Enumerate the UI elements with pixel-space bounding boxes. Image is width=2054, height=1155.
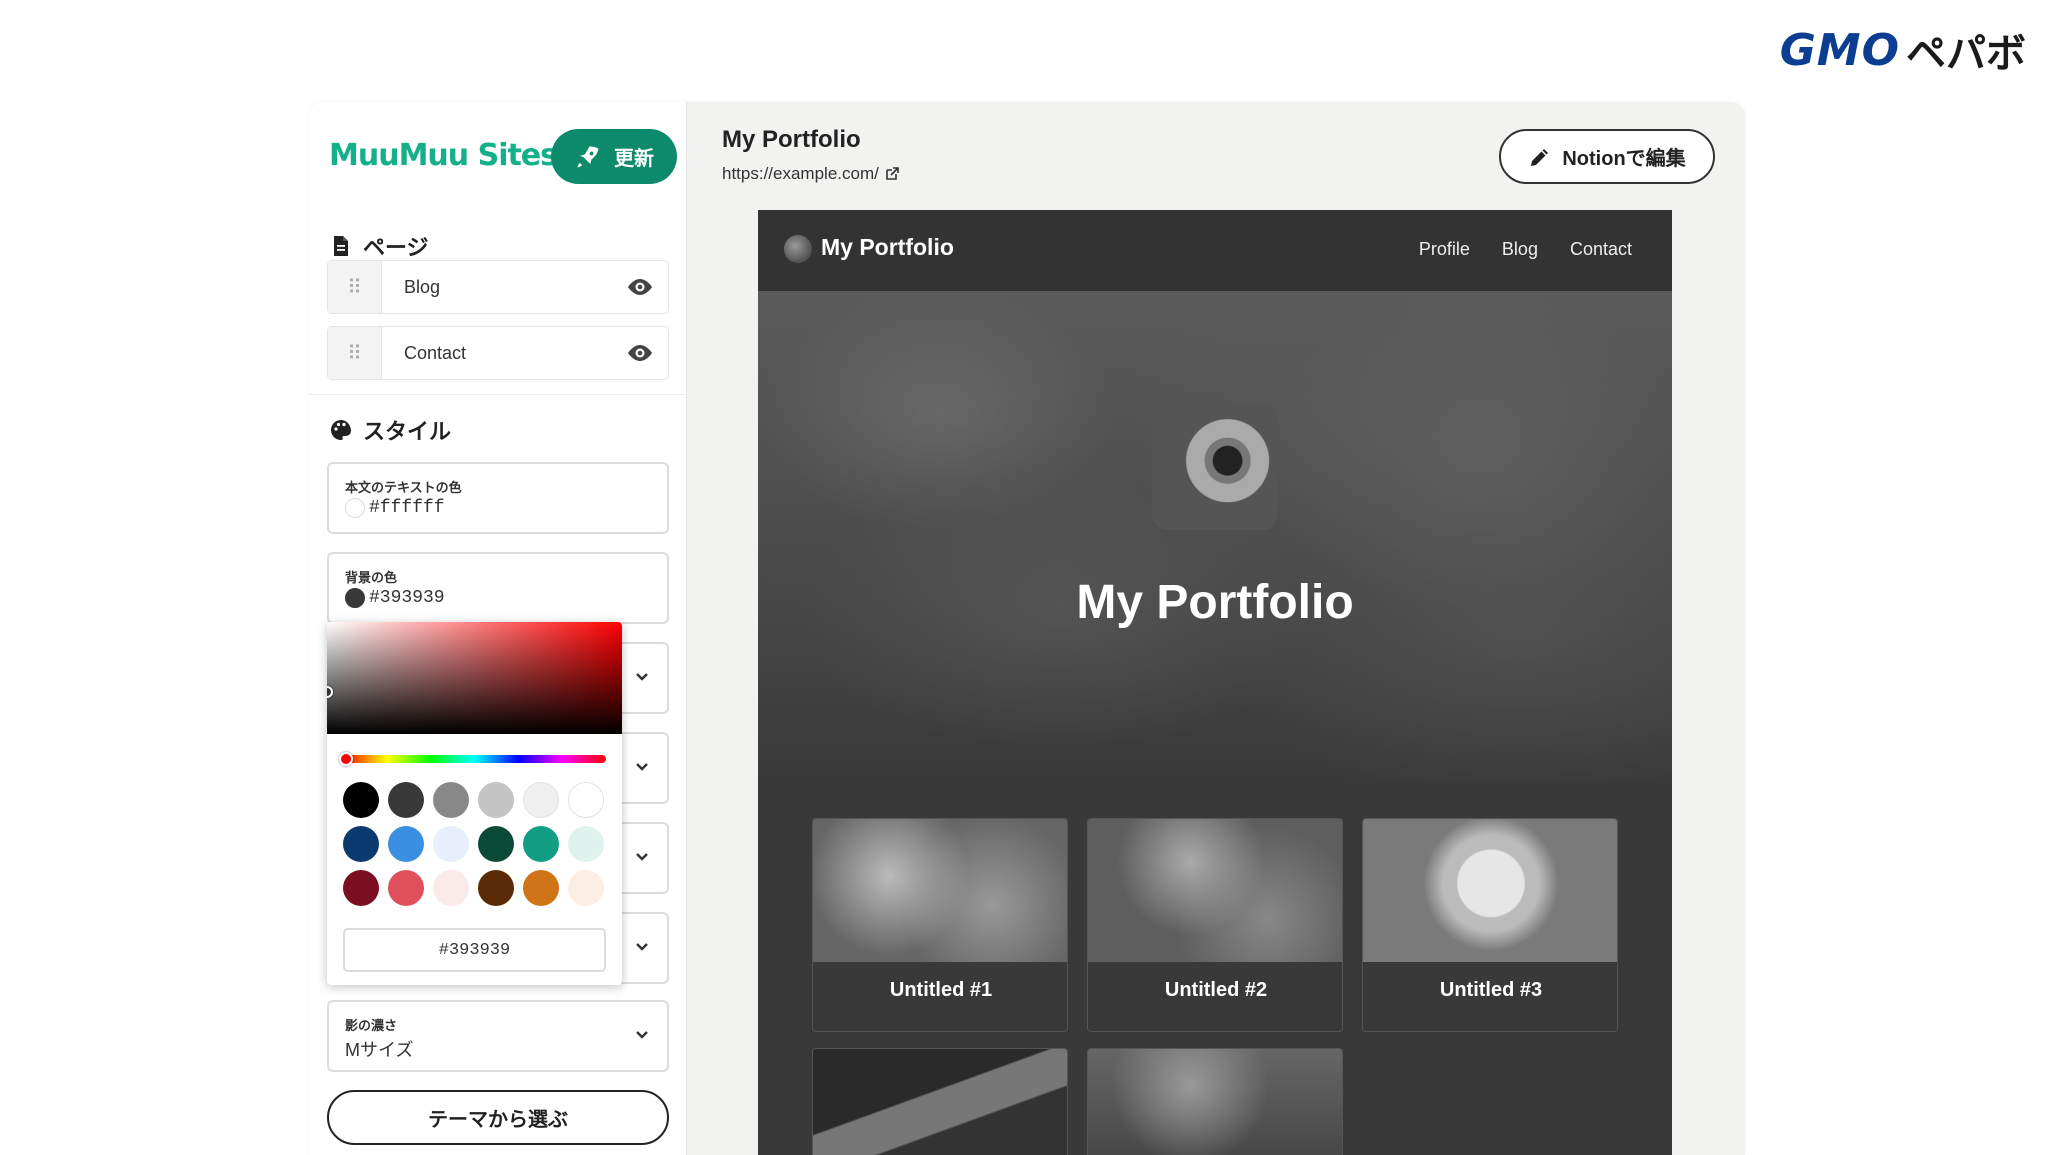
choose-theme-button[interactable]: テーマから選ぶ: [327, 1090, 669, 1145]
post-card-title: Untitled #3: [1439, 979, 1543, 1001]
color-swatch[interactable]: [523, 782, 559, 818]
preview-logo-icon[interactable]: [784, 235, 812, 263]
saturation-area[interactable]: [327, 622, 622, 734]
chevron-down-icon: [636, 943, 648, 951]
app-window: MuuMuu Sites 更新 ページ ⠿ Blog ⠿ Contact スタイ…: [309, 102, 1745, 1155]
eye-icon[interactable]: [626, 343, 654, 363]
gmo-logo-text: ペパボ: [1906, 31, 2026, 77]
color-swatch[interactable]: [433, 826, 469, 862]
brand-logo: MuuMuu Sites: [329, 138, 558, 173]
color-picker-popover: #393939: [327, 622, 622, 985]
color-swatch[interactable]: [388, 870, 424, 906]
site-title: My Portfolio: [722, 126, 861, 153]
color-swatch[interactable]: [433, 782, 469, 818]
post-card-title: Untitled #1: [889, 979, 993, 1001]
hero-title: My Portfolio: [1076, 576, 1354, 629]
gmo-logo-mark: GMO: [1779, 24, 1900, 76]
palette-icon: [331, 420, 351, 440]
post-card-title: Untitled #2: [1164, 979, 1268, 1001]
hue-slider[interactable]: [343, 755, 606, 763]
color-swatch[interactable]: [343, 870, 379, 906]
drag-handle-icon[interactable]: ⠿: [328, 261, 382, 313]
pages-heading: ページ: [329, 230, 429, 262]
gmo-pepabo-logo: GMO ペパボ: [1779, 24, 2026, 78]
hue-handle[interactable]: [339, 752, 353, 766]
page-item-label: Contact: [404, 342, 467, 363]
color-swatch[interactable]: [478, 826, 514, 862]
bg-color-label: 背景の色: [345, 570, 398, 585]
pages-heading-label: ページ: [363, 235, 429, 260]
hero-banner: My Portfolio: [758, 291, 1672, 781]
preview-navbar: My Portfolio Profile Blog Contact: [758, 210, 1672, 291]
color-swatch[interactable]: [568, 782, 604, 818]
post-card-image: [1088, 819, 1342, 962]
color-swatch[interactable]: [523, 870, 559, 906]
preview-nav-links: Profile Blog Contact: [1419, 239, 1632, 260]
chevron-down-icon: [636, 1031, 648, 1039]
post-card[interactable]: Untitled #2: [1087, 818, 1343, 1032]
style-heading-label: スタイル: [363, 419, 452, 444]
page-item-contact[interactable]: ⠿ Contact: [327, 326, 669, 380]
post-card[interactable]: [1087, 1048, 1343, 1155]
chevron-down-icon: [636, 853, 648, 861]
update-label: 更新: [614, 148, 654, 170]
color-swatch[interactable]: [568, 826, 604, 862]
post-card-image: [813, 819, 1067, 962]
bg-color-field[interactable]: 背景の色 #393939: [327, 552, 669, 624]
post-card[interactable]: Untitled #1: [812, 818, 1068, 1032]
edit-in-notion-label: Notionで編集: [1562, 148, 1686, 170]
hex-input[interactable]: #393939: [343, 928, 606, 972]
bg-color-value: #393939: [369, 588, 445, 608]
color-swatch[interactable]: [388, 782, 424, 818]
chevron-down-icon: [636, 763, 648, 771]
section-divider: [309, 394, 687, 395]
color-swatch[interactable]: [433, 870, 469, 906]
post-card[interactable]: Untitled #3: [1362, 818, 1618, 1032]
color-swatch: [345, 588, 365, 608]
profile-avatar: [1152, 404, 1278, 530]
shadow-select[interactable]: 影の濃さ Mサイズ: [327, 1000, 669, 1072]
text-color-field[interactable]: 本文のテキストの色 #ffffff: [327, 462, 669, 534]
sidebar: MuuMuu Sites 更新 ページ ⠿ Blog ⠿ Contact スタイ…: [309, 102, 687, 1155]
shadow-label: 影の濃さ: [345, 1018, 398, 1033]
edit-in-notion-button[interactable]: Notionで編集: [1499, 129, 1715, 184]
drag-handle-icon[interactable]: ⠿: [328, 327, 382, 379]
external-link-icon[interactable]: [885, 167, 899, 181]
text-color-label: 本文のテキストの色: [345, 480, 462, 495]
color-swatch[interactable]: [523, 826, 559, 862]
post-card-image: [1363, 819, 1617, 962]
swatch-grid: [343, 782, 613, 906]
text-color-value: #ffffff: [369, 498, 445, 518]
site-url-link[interactable]: https://example.com/: [722, 164, 899, 184]
post-card[interactable]: [812, 1048, 1068, 1155]
nav-link-profile[interactable]: Profile: [1419, 239, 1470, 260]
color-swatch[interactable]: [388, 826, 424, 862]
rocket-icon: [577, 146, 599, 167]
style-heading: スタイル: [329, 414, 451, 446]
color-swatch[interactable]: [478, 782, 514, 818]
color-swatch: [345, 498, 365, 518]
color-swatch[interactable]: [343, 826, 379, 862]
document-icon: [334, 236, 348, 256]
nav-link-blog[interactable]: Blog: [1502, 239, 1538, 260]
bg-color-value-row: #393939: [345, 588, 445, 608]
page-item-label: Blog: [404, 276, 441, 297]
nav-link-contact[interactable]: Contact: [1570, 239, 1632, 260]
preview-brand[interactable]: My Portfolio: [821, 234, 954, 261]
update-button[interactable]: 更新: [551, 129, 677, 184]
chevron-down-icon: [636, 673, 648, 681]
shadow-value: Mサイズ: [345, 1040, 414, 1060]
text-color-value-row: #ffffff: [345, 498, 445, 518]
color-swatch[interactable]: [343, 782, 379, 818]
site-preview: My Portfolio Profile Blog Contact My Por…: [758, 210, 1672, 1155]
pencil-icon: [1531, 148, 1549, 166]
shadow-value-row: Mサイズ: [345, 1036, 413, 1062]
post-card-image: [813, 1049, 1067, 1155]
eye-icon[interactable]: [626, 277, 654, 297]
post-card-image: [1088, 1049, 1342, 1155]
color-swatch[interactable]: [478, 870, 514, 906]
site-url[interactable]: https://example.com/: [722, 164, 879, 184]
page-item-blog[interactable]: ⠿ Blog: [327, 260, 669, 314]
color-swatch[interactable]: [568, 870, 604, 906]
